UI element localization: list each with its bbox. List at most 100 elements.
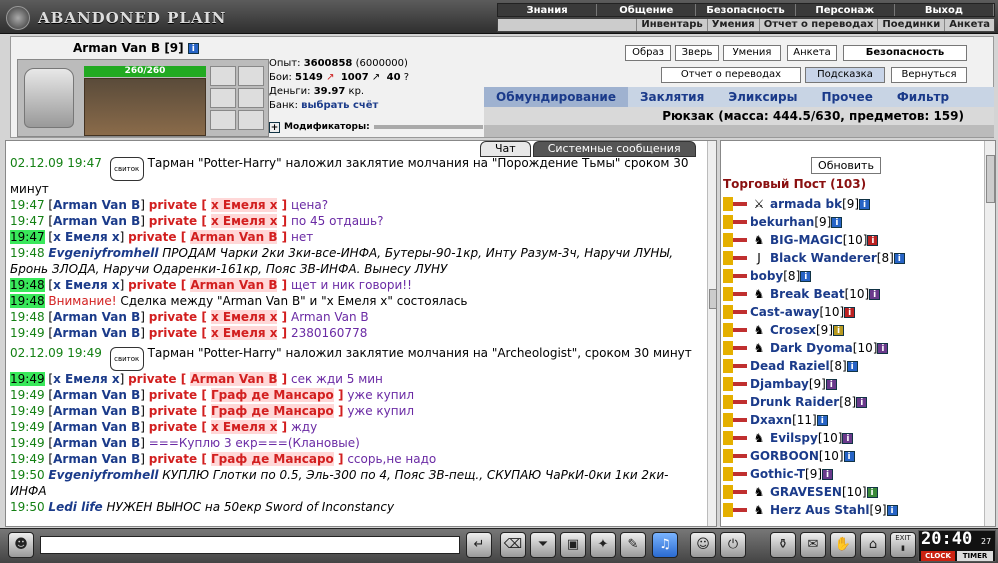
tab-elixirs[interactable]: Эликсиры [716, 87, 809, 107]
info-icon[interactable]: i [822, 468, 834, 480]
private-arrow-icon[interactable] [723, 269, 747, 283]
sender-nick[interactable]: Evgeniyfromhell [48, 468, 158, 482]
menu-item-exit[interactable]: Выход [895, 4, 995, 16]
info-icon[interactable]: i [867, 234, 879, 246]
slot-ring2-icon[interactable] [238, 88, 264, 108]
private-tag[interactable]: private [ х Емеля х ] [149, 198, 287, 212]
slot-boots-icon[interactable] [210, 110, 236, 130]
user-name[interactable]: Gothic-T [750, 467, 805, 481]
back-button[interactable]: Вернуться [891, 67, 967, 83]
info-icon[interactable]: i [866, 486, 878, 498]
user-name[interactable]: BIG-MAGIC [770, 233, 843, 247]
private-arrow-icon[interactable] [723, 467, 747, 481]
sender-nick[interactable]: Ledi life [48, 500, 102, 514]
sender-nick[interactable]: Arman Van B [53, 404, 140, 418]
chat-scrollbar[interactable] [707, 141, 716, 526]
private-tag[interactable]: private [ Граф де Мансаро ] [149, 388, 343, 402]
transfers-button[interactable]: Отчет о переводах [661, 67, 801, 83]
info-icon[interactable]: i [869, 288, 881, 300]
info-icon[interactable]: i [843, 450, 855, 462]
submenu-transfers[interactable]: Отчет о переводах [758, 19, 878, 31]
sender-nick[interactable]: Arman Van B [53, 436, 140, 450]
submenu-skills[interactable]: Умения [706, 19, 759, 31]
info-icon[interactable]: i [831, 216, 843, 228]
private-tag[interactable]: private [ х Емеля х ] [149, 310, 287, 324]
menu-item-communication[interactable]: Общение [597, 4, 697, 16]
private-arrow-icon[interactable] [723, 233, 747, 247]
tab-chat[interactable]: Чат [480, 141, 531, 157]
slot-weapon-icon[interactable] [210, 66, 236, 86]
user-name[interactable]: GRAVESEN [770, 485, 842, 499]
tab-equipment[interactable]: Обмундирование [484, 87, 628, 107]
info-icon[interactable]: i [842, 432, 854, 444]
chat-input[interactable] [40, 536, 460, 554]
message-time[interactable]: 19:50 [10, 500, 45, 514]
save-icon[interactable]: ▣ [560, 532, 586, 558]
recipient-nick[interactable]: х Емеля х [211, 198, 278, 212]
clan-icon[interactable]: ♞ [750, 233, 768, 247]
user-scroll-thumb[interactable] [986, 155, 995, 203]
sender-nick[interactable]: Arman Van B [53, 388, 140, 402]
recipient-nick[interactable]: х Емеля х [211, 310, 278, 324]
message-time[interactable]: 19:49 [10, 326, 45, 340]
run-icon[interactable]: ✦ [590, 532, 616, 558]
user-name[interactable]: Dxaxn [750, 413, 792, 427]
recipient-nick[interactable]: Arman Van B [190, 230, 278, 244]
slot-weapon2-icon[interactable] [238, 66, 264, 86]
bank-link[interactable]: выбрать счёт [301, 100, 378, 111]
submenu-inventory[interactable]: Инвентарь [636, 19, 706, 31]
message-time[interactable]: 19:48 [10, 294, 45, 308]
user-name[interactable]: boby [750, 269, 783, 283]
j-icon[interactable]: J [750, 251, 768, 265]
user-name[interactable]: bekurhan [750, 215, 814, 229]
message-time[interactable]: 19:49 [10, 452, 45, 466]
tab-spells[interactable]: Заклятия [628, 87, 716, 107]
sender-nick[interactable]: Arman Van B [53, 452, 140, 466]
security-button[interactable]: Безопасность [843, 45, 967, 61]
private-tag[interactable]: private [ Arman Van B ] [128, 372, 287, 386]
message-time[interactable]: 19:47 [10, 230, 45, 244]
recipient-nick[interactable]: Граф де Мансаро [211, 388, 334, 402]
recipient-nick[interactable]: х Емеля х [211, 420, 278, 434]
chat-scroll-thumb[interactable] [709, 289, 716, 309]
private-arrow-icon[interactable] [723, 215, 747, 229]
menu-item-security[interactable]: Безопасность [696, 4, 796, 16]
message-time[interactable]: 19:49 [10, 372, 45, 386]
private-tag[interactable]: private [ Граф де Мансаро ] [149, 452, 343, 466]
user-name[interactable]: armada bk [770, 197, 842, 211]
private-tag[interactable]: private [ Arman Van B ] [128, 230, 287, 244]
user-name[interactable]: Crosex [770, 323, 816, 337]
potion-icon[interactable]: ⚱ [770, 532, 796, 558]
sender-nick[interactable]: Arman Van B [53, 310, 140, 324]
recipient-nick[interactable]: х Емеля х [211, 214, 278, 228]
claw-icon[interactable]: ✋ [830, 532, 856, 558]
exit-icon[interactable]: EXIT ▮ [890, 532, 916, 558]
clock-label[interactable]: CLOCK [921, 551, 955, 561]
message-time[interactable]: 19:49 [10, 388, 45, 402]
message-time[interactable]: 19:48 [10, 278, 45, 292]
tab-filter[interactable]: Фильтр [885, 87, 961, 107]
info-icon[interactable]: i [859, 198, 871, 210]
recipient-nick[interactable]: х Емеля х [211, 326, 278, 340]
send-icon[interactable]: ↵ [466, 532, 492, 558]
user-name[interactable]: Herz Aus Stahl [770, 503, 870, 517]
filter-icon[interactable]: ⏷ [530, 532, 556, 558]
sword-icon[interactable]: ⚔ [750, 197, 768, 211]
user-name[interactable]: Break Beat [770, 287, 845, 301]
clan-icon[interactable]: ♞ [750, 323, 768, 337]
helmet-icon[interactable] [24, 68, 74, 128]
expand-icon[interactable]: + [269, 121, 280, 133]
info-icon[interactable]: i [844, 306, 856, 318]
clan-icon[interactable]: ♞ [750, 431, 768, 445]
sender-nick[interactable]: х Емеля х [53, 230, 119, 244]
clan-icon[interactable]: ♞ [750, 485, 768, 499]
exit-chat-icon[interactable]: ⏻ [720, 532, 746, 558]
skills-button[interactable]: Умения [723, 45, 781, 61]
menu-item-character[interactable]: Персонаж [796, 4, 895, 16]
user-name[interactable]: Evilspy [770, 431, 818, 445]
private-arrow-icon[interactable] [723, 287, 747, 301]
private-tag[interactable]: private [ х Емеля х ] [149, 326, 287, 340]
message-time[interactable]: 19:49 [10, 404, 45, 418]
private-arrow-icon[interactable] [723, 251, 747, 265]
info-icon[interactable]: i [877, 342, 889, 354]
